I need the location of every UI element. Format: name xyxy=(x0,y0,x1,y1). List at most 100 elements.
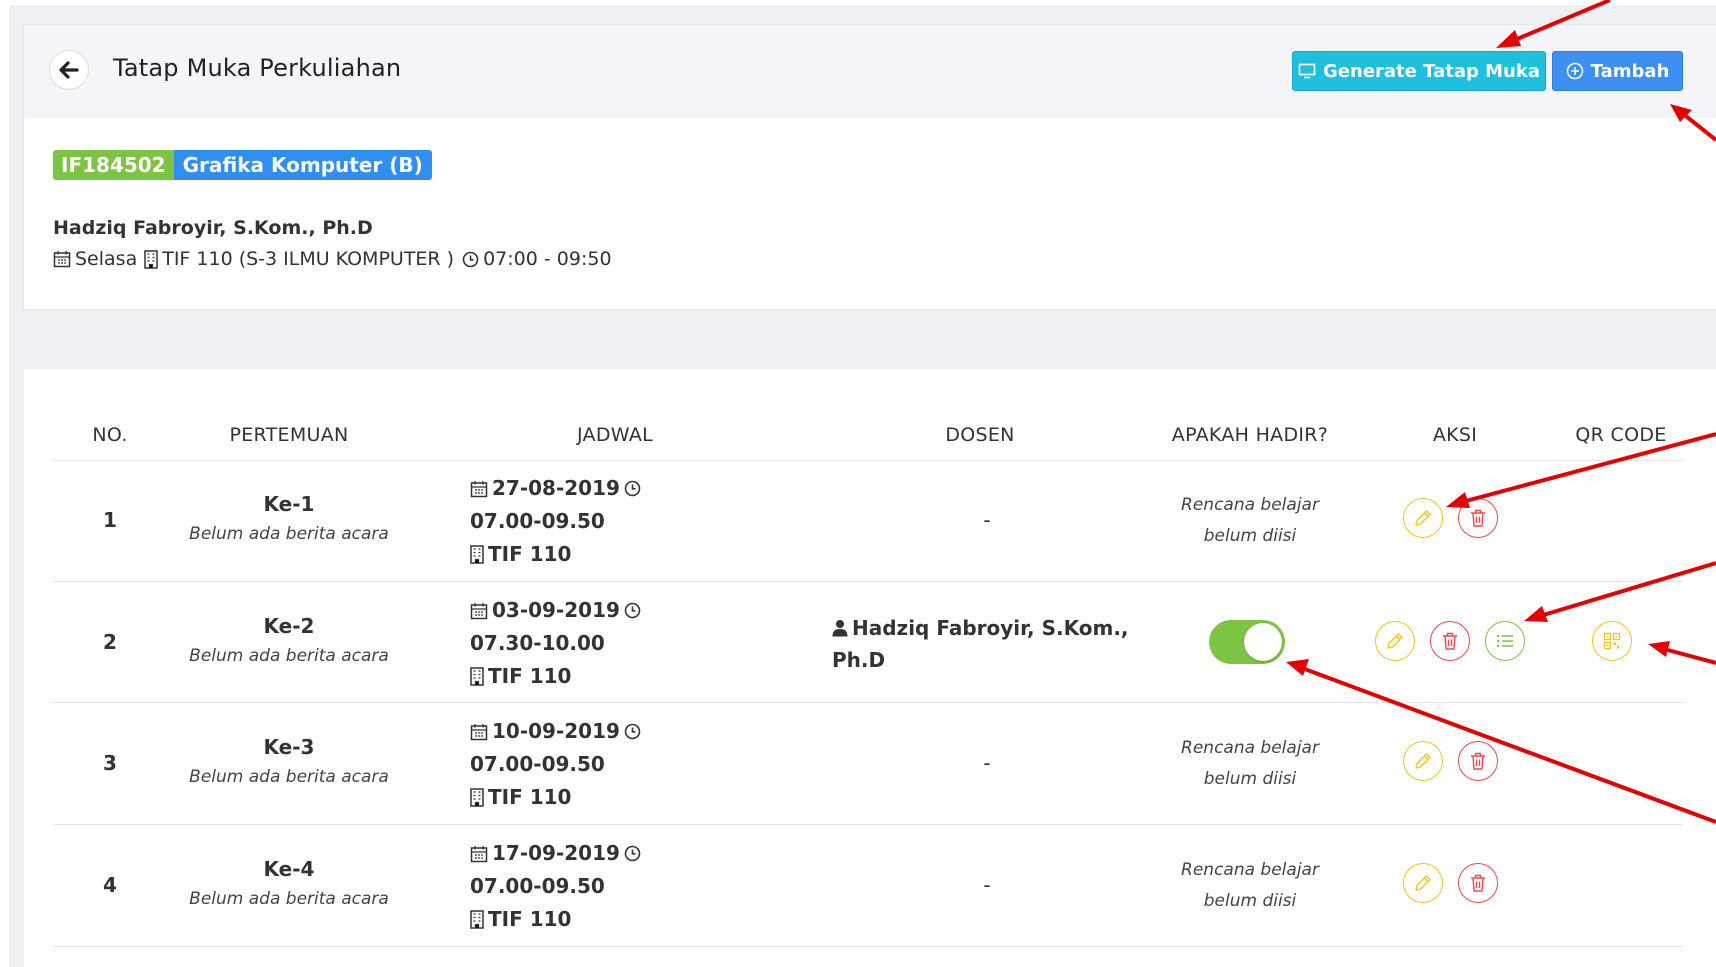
schedule-time: 07.00-09.50 xyxy=(470,752,605,776)
delete-button[interactable] xyxy=(1458,863,1498,903)
meeting-note: Belum ada berita acara xyxy=(189,889,389,909)
course-header-card: Tatap Muka Perkuliahan Generate Tatap Mu… xyxy=(24,25,1716,309)
list-icon xyxy=(1496,634,1513,648)
schedule-time: 07.00-09.50 xyxy=(470,509,605,533)
lecturer-cell: - xyxy=(983,508,991,532)
edit-button[interactable] xyxy=(1375,621,1415,661)
meeting-label: Ke-1 xyxy=(263,492,315,516)
calendar-icon xyxy=(470,723,488,740)
pencil-icon xyxy=(1387,633,1403,649)
column-header-aksi: AKSI xyxy=(1432,424,1478,446)
lecturer-name-line1: Hadziq Fabroyir, S.Kom., xyxy=(852,616,1129,640)
add-button-label: Tambah xyxy=(1590,60,1670,82)
calendar-icon xyxy=(470,480,488,497)
meeting-cell: Ke-2 Belum ada berita acara xyxy=(176,614,402,666)
page-title: Tatap Muka Perkuliahan xyxy=(113,54,402,82)
building-icon xyxy=(470,545,484,564)
trash-icon xyxy=(1471,752,1485,770)
column-header-jadwal: JADWAL xyxy=(576,424,654,446)
schedule-room: TIF 110 xyxy=(488,907,572,931)
schedule-date: 10-09-2019 xyxy=(492,719,620,743)
clock-icon xyxy=(624,602,641,619)
lecturer-cell: Hadziq Fabroyir, S.Kom., Ph.D xyxy=(832,612,1132,676)
edit-button[interactable] xyxy=(1403,498,1443,538)
generate-tatap-muka-button[interactable]: Generate Tatap Muka xyxy=(1292,51,1546,91)
add-button[interactable]: Tambah xyxy=(1552,51,1683,91)
attendance-list-button[interactable] xyxy=(1485,621,1525,661)
pencil-icon xyxy=(1415,753,1431,769)
course-room: TIF 110 (S-3 ILMU KOMPUTER ) xyxy=(162,248,455,270)
attendance-note-line1: Rencana belajar xyxy=(1181,738,1319,758)
monitor-icon xyxy=(1298,63,1316,79)
clock-icon xyxy=(624,480,641,497)
divider xyxy=(53,946,1683,947)
attendance-note-line2: belum diisi xyxy=(1203,769,1297,789)
edit-button[interactable] xyxy=(1403,741,1443,781)
calendar-icon xyxy=(470,602,488,619)
course-day: Selasa xyxy=(75,248,138,270)
delete-button[interactable] xyxy=(1458,741,1498,781)
toggle-knob xyxy=(1244,623,1282,661)
lecturer-cell: - xyxy=(983,873,991,897)
calendar-icon xyxy=(53,251,71,268)
column-header-hadir: APAKAH HADIR? xyxy=(1171,424,1329,446)
row-number: 2 xyxy=(103,630,117,654)
schedule-time: 07.30-10.00 xyxy=(470,631,605,655)
trash-icon xyxy=(1471,509,1485,527)
pencil-icon xyxy=(1415,875,1431,891)
course-schedule: Selasa TIF 110 (S-3 ILMU KOMPUTER ) 07:0… xyxy=(53,248,612,270)
meeting-label: Ke-2 xyxy=(263,614,315,638)
attendance-note-line1: Rencana belajar xyxy=(1181,495,1319,515)
building-icon xyxy=(470,788,484,807)
meeting-cell: Ke-3 Belum ada berita acara xyxy=(176,735,402,787)
building-icon xyxy=(470,667,484,686)
schedule-room: TIF 110 xyxy=(488,785,572,809)
attendance-toggle[interactable] xyxy=(1209,620,1285,664)
schedule-cell: 27-08-2019 07.00-09.50 TIF 110 xyxy=(470,472,770,571)
row-number: 3 xyxy=(103,751,117,775)
course-badge: IF184502 Grafika Komputer (B) xyxy=(53,150,432,180)
attendance-cell: Rencana belajar belum diisi xyxy=(1155,490,1345,552)
schedule-date: 27-08-2019 xyxy=(492,476,620,500)
calendar-icon xyxy=(470,845,488,862)
schedule-cell: 03-09-2019 07.30-10.00 TIF 110 xyxy=(470,594,770,693)
generate-button-label: Generate Tatap Muka xyxy=(1323,60,1540,82)
schedule-cell: 17-09-2019 07.00-09.50 TIF 110 xyxy=(470,837,770,936)
meeting-label: Ke-3 xyxy=(263,735,315,759)
arrow-left-icon xyxy=(59,61,79,79)
course-code: IF184502 xyxy=(53,150,174,180)
lecturer-cell: - xyxy=(983,751,991,775)
clock-icon xyxy=(462,251,479,267)
meeting-note: Belum ada berita acara xyxy=(189,767,389,787)
trash-icon xyxy=(1443,632,1457,650)
delete-button[interactable] xyxy=(1430,621,1470,661)
schedule-time: 07.00-09.50 xyxy=(470,874,605,898)
pencil-icon xyxy=(1415,510,1431,526)
schedule-date: 17-09-2019 xyxy=(492,841,620,865)
trash-icon xyxy=(1471,874,1485,892)
table-row: 2 Ke-2 Belum ada berita acara 03-09-2019… xyxy=(0,581,1716,703)
lecturer-name-line2: Ph.D xyxy=(832,648,886,672)
course-time: 07:00 - 09:50 xyxy=(483,248,612,270)
qr-code-button[interactable] xyxy=(1592,621,1632,661)
back-button[interactable] xyxy=(49,50,89,90)
attendance-cell: Rencana belajar belum diisi xyxy=(1155,855,1345,917)
schedule-cell: 10-09-2019 07.00-09.50 TIF 110 xyxy=(470,715,770,814)
attendance-note-line1: Rencana belajar xyxy=(1181,860,1319,880)
schedule-room: TIF 110 xyxy=(488,664,572,688)
edit-button[interactable] xyxy=(1403,863,1443,903)
clock-icon xyxy=(624,845,641,862)
meeting-note: Belum ada berita acara xyxy=(189,646,389,666)
column-header-pertemuan: PERTEMUAN xyxy=(229,424,349,446)
schedule-date: 03-09-2019 xyxy=(492,598,620,622)
column-header-qr-code: QR CODE xyxy=(1575,424,1667,446)
column-header-dosen: DOSEN xyxy=(945,424,1015,446)
user-icon xyxy=(832,620,848,637)
meeting-cell: Ke-4 Belum ada berita acara xyxy=(176,857,402,909)
meeting-note: Belum ada berita acara xyxy=(189,524,389,544)
course-name: Grafika Komputer (B) xyxy=(173,150,432,180)
row-number: 1 xyxy=(103,508,117,532)
meeting-cell: Ke-1 Belum ada berita acara xyxy=(176,492,402,544)
column-header-no: NO. xyxy=(92,424,128,446)
delete-button[interactable] xyxy=(1458,498,1498,538)
